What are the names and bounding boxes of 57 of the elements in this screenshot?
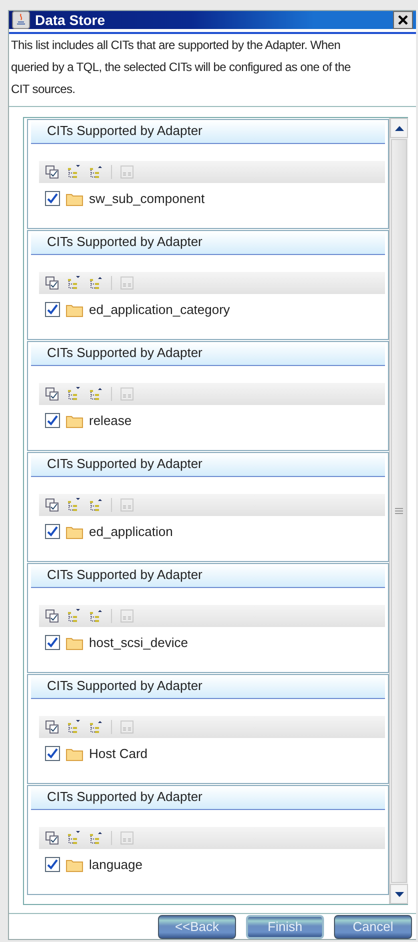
checkbox[interactable] [45,635,60,650]
scroll-up-icon[interactable] [394,126,404,130]
check-all-icon[interactable] [45,498,59,512]
check-all-icon[interactable] [45,831,59,845]
expand-tree-icon[interactable] [67,498,81,512]
check-all-icon[interactable] [45,276,59,290]
folder-icon [66,636,83,650]
folder-icon [66,746,83,760]
check-all-icon[interactable] [45,720,59,734]
cit-label[interactable]: ed_application [89,524,173,539]
checkbox[interactable] [45,413,60,428]
expand-tree-icon[interactable] [67,387,81,401]
description-text: This list includes all CITs that are supported by the Adapter. When queried by a TQL, the selected CITs will be configured as one of the CIT sources. [9,32,416,107]
folder-icon [66,858,83,872]
collapse-tree-icon[interactable] [89,498,103,512]
checkbox[interactable] [45,524,60,539]
cit-label[interactable]: release [89,413,132,428]
check-all-icon[interactable] [45,387,59,401]
folder-icon [66,414,83,428]
cit-label[interactable]: host_scsi_device [89,635,188,650]
collapse-tree-icon[interactable] [89,831,103,845]
section-header: CITs Supported by Adapter [31,453,385,477]
section-header: CITs Supported by Adapter [31,120,385,144]
folder-icon [66,302,83,316]
folder-icon [66,192,83,206]
cit-label[interactable]: language [89,857,142,872]
checkbox[interactable] [45,746,60,761]
collapse-tree-icon[interactable] [89,276,103,290]
close-button[interactable] [393,11,413,29]
checkbox[interactable] [45,191,60,206]
section-header: CITs Supported by Adapter [31,564,385,588]
section-header: CITs Supported by Adapter [31,342,385,366]
check-all-icon[interactable] [45,165,59,179]
close-icon [397,14,409,26]
expand-tree-icon[interactable] [67,609,81,623]
folder-icon [66,524,83,538]
cit-label[interactable]: sw_sub_component [89,191,205,206]
checkbox[interactable] [45,302,60,317]
expand-tree-icon[interactable] [67,720,81,734]
collapse-tree-icon[interactable] [89,387,103,401]
expand-tree-icon[interactable] [67,276,81,290]
expand-tree-icon[interactable] [67,831,81,845]
window-title: Data Store [35,12,106,28]
collapse-tree-icon[interactable] [89,720,103,734]
scroll-down-icon[interactable] [394,892,404,896]
check-all-icon[interactable] [45,609,59,623]
collapse-tree-icon[interactable] [89,165,103,179]
grip-icon [395,508,403,514]
cit-label[interactable]: ed_application_category [89,302,230,317]
checkbox[interactable] [45,857,60,872]
section-header: CITs Supported by Adapter [31,675,385,699]
collapse-tree-icon[interactable] [89,609,103,623]
app-icon [12,11,30,29]
cit-label[interactable]: Host Card [89,746,148,761]
expand-tree-icon[interactable] [67,165,81,179]
section-header: CITs Supported by Adapter [31,231,385,255]
section-header: CITs Supported by Adapter [31,786,385,810]
